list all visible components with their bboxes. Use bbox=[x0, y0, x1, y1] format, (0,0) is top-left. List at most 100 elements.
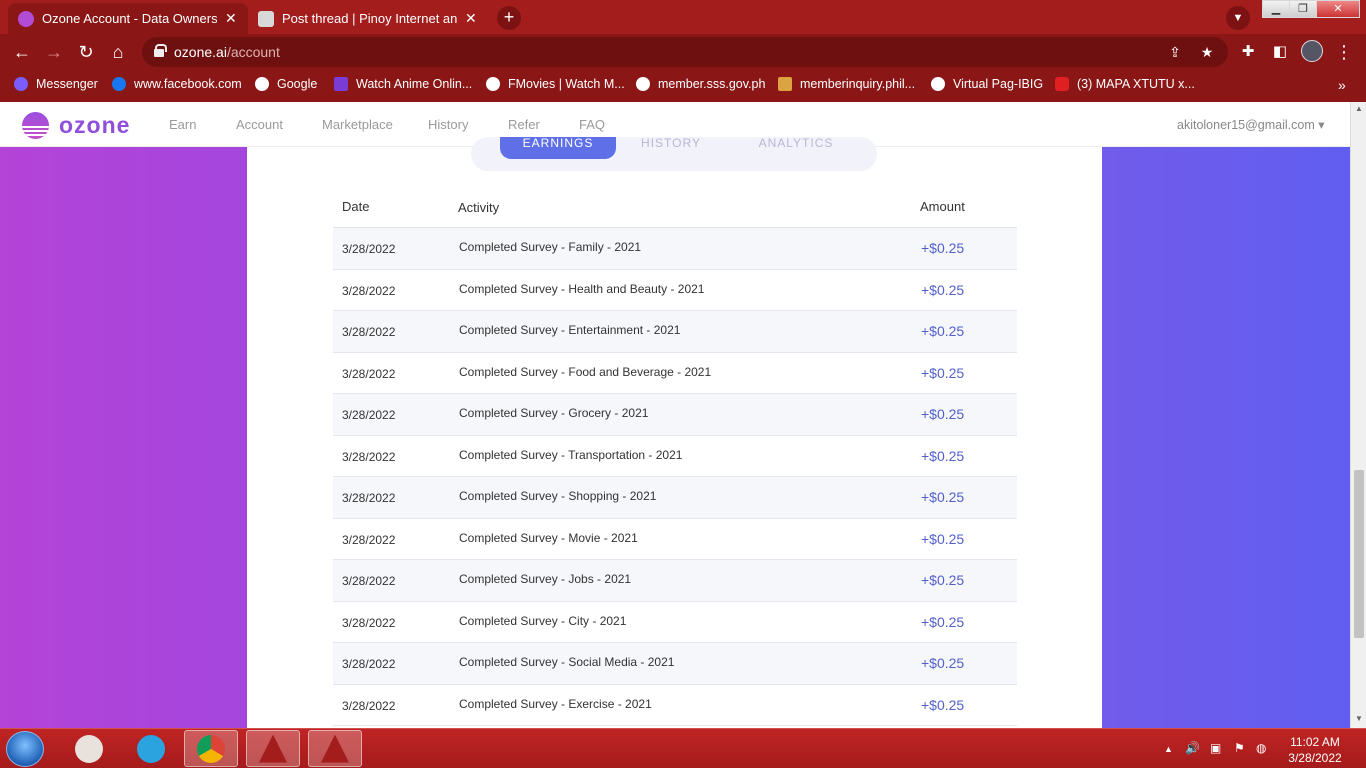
profile-avatar[interactable] bbox=[1300, 40, 1324, 64]
close-tab-icon[interactable]: ✕ bbox=[465, 10, 477, 27]
cell-amount: +$0.25 bbox=[921, 696, 965, 713]
scroll-up-icon[interactable]: ▲ bbox=[1355, 104, 1363, 113]
tab-search-button[interactable]: ▼ bbox=[1226, 6, 1250, 30]
restore-button[interactable]: ❐ bbox=[1289, 0, 1317, 18]
scroll-down-icon[interactable]: ▼ bbox=[1355, 714, 1363, 723]
taskbar-app-1[interactable] bbox=[246, 730, 300, 767]
browser-tab-pinoy[interactable]: Post thread | Pinoy Internet and T ✕ bbox=[248, 3, 488, 34]
cell-amount: +$0.25 bbox=[921, 240, 965, 256]
account-card: EARNINGS HISTORY ANALYTICS Date Activity… bbox=[247, 137, 1102, 728]
cell-date: 3/28/2022 bbox=[342, 574, 396, 588]
cell-date: 3/28/2022 bbox=[342, 532, 396, 547]
clock-time: 11:02 AM bbox=[1290, 735, 1340, 749]
windows-taskbar: ▲ 🔊 ▣ ⚑ ◍ 11:02 AM 3/28/2022 bbox=[0, 728, 1366, 768]
tab-earnings[interactable]: EARNINGS bbox=[500, 137, 616, 159]
browser-tab-ozone[interactable]: Ozone Account - Data Ownership ✕ bbox=[8, 3, 248, 34]
network-icon[interactable]: ▣ bbox=[1210, 741, 1221, 755]
lock-icon[interactable] bbox=[154, 44, 167, 57]
ozone-logo-icon bbox=[22, 112, 49, 139]
web-page: ozone Earn Account Marketplace History R… bbox=[0, 102, 1366, 728]
side-panel-icon[interactable]: ◧ bbox=[1268, 40, 1292, 64]
address-bar[interactable]: ozone.ai/account ⇪ ★ bbox=[142, 37, 1228, 67]
action-center-flag-icon[interactable]: ⚑ bbox=[1234, 741, 1245, 755]
chrome-icon bbox=[197, 734, 225, 763]
home-button[interactable]: ⌂ bbox=[106, 40, 130, 64]
table-row: 3/28/2022 Completed Survey - Entertainmen… bbox=[333, 311, 1017, 353]
telegram-icon bbox=[137, 734, 165, 763]
bookmark-messenger[interactable]: Messenger bbox=[14, 77, 98, 91]
tab-history[interactable]: HISTORY bbox=[626, 137, 716, 159]
start-button[interactable] bbox=[6, 731, 44, 767]
scrollbar-thumb[interactable] bbox=[1354, 470, 1364, 638]
table-row: 3/28/2022 Completed Survey - Movie - 2021… bbox=[333, 519, 1017, 560]
snipping-tool-icon bbox=[75, 734, 103, 763]
taskbar-app-chrome[interactable] bbox=[184, 730, 238, 767]
app-triangle-icon bbox=[321, 734, 349, 763]
show-hidden-icons-icon[interactable]: ▲ bbox=[1164, 744, 1173, 754]
url-text[interactable]: ozone.ai/account bbox=[174, 44, 280, 60]
nav-marketplace[interactable]: Marketplace bbox=[322, 117, 393, 132]
reload-button[interactable]: ↻ bbox=[74, 40, 98, 64]
close-tab-icon[interactable]: ✕ bbox=[225, 10, 237, 27]
new-tab-button[interactable]: + bbox=[497, 6, 521, 30]
youtube-icon bbox=[1055, 77, 1069, 91]
bookmarks-overflow-icon[interactable]: » bbox=[1338, 77, 1346, 93]
cell-date: 3/28/2022 bbox=[342, 698, 396, 713]
bookmark-fmovies[interactable]: FMovies | Watch M... bbox=[486, 77, 625, 91]
bookmark-philhealth[interactable]: memberinquiry.phil... bbox=[778, 77, 915, 91]
minimize-button[interactable]: ▁ bbox=[1262, 0, 1290, 18]
menu-icon[interactable]: ⋮ bbox=[1332, 40, 1356, 64]
page-scrollbar[interactable]: ▲ ▼ bbox=[1350, 102, 1366, 728]
bookmark-google[interactable]: Google bbox=[255, 77, 317, 91]
system-clock[interactable]: 11:02 AM 3/28/2022 bbox=[1280, 734, 1350, 766]
cell-amount: +$0.25 bbox=[921, 613, 965, 630]
bookmark-star-icon[interactable]: ★ bbox=[1198, 44, 1216, 62]
table-row: 3/28/2022 Completed Survey - Health and B… bbox=[333, 270, 1017, 311]
table-row: 3/28/2022 Completed Survey - City - 2021 +… bbox=[333, 602, 1017, 643]
account-menu[interactable]: akitoloner15@gmail.com ▾ bbox=[1177, 117, 1325, 132]
bookmark-pagibig[interactable]: Virtual Pag-IBIG bbox=[931, 77, 1043, 91]
cell-activity: Completed Survey - Health and Beauty - 2… bbox=[459, 281, 705, 296]
forward-button[interactable]: → bbox=[42, 40, 66, 64]
header-activity: Activity bbox=[458, 200, 500, 215]
close-window-button[interactable]: ✕ bbox=[1316, 0, 1360, 18]
taskbar-app-2[interactable] bbox=[308, 730, 362, 767]
tab-analytics[interactable]: ANALYTICS bbox=[741, 137, 851, 159]
nav-account[interactable]: Account bbox=[236, 117, 283, 132]
ozone-logo[interactable]: ozone bbox=[22, 112, 130, 139]
volume-icon[interactable]: 🔊 bbox=[1185, 741, 1200, 755]
bookmark-youtube[interactable]: (3) MAPA XTUTU x... bbox=[1055, 77, 1195, 91]
cell-amount: +$0.25 bbox=[921, 572, 965, 588]
taskbar-app-telegram[interactable] bbox=[124, 730, 178, 767]
cell-activity: Completed Survey - Exercise - 2021 bbox=[459, 696, 652, 711]
taskbar-app-scissors[interactable] bbox=[62, 730, 116, 767]
cell-activity: Completed Survey - Movie - 2021 bbox=[459, 530, 638, 545]
tab-strip: Ozone Account - Data Ownership ✕ Post th… bbox=[0, 0, 1366, 34]
table-row: 3/28/2022 Completed Survey - Shopping - 2… bbox=[333, 477, 1017, 519]
nav-earn[interactable]: Earn bbox=[169, 117, 196, 132]
cell-amount: +$0.25 bbox=[921, 447, 965, 464]
back-button[interactable]: ← bbox=[10, 40, 34, 64]
cell-date: 3/28/2022 bbox=[342, 408, 396, 422]
table-row: 3/28/2022 Completed Survey - Food and Bev… bbox=[333, 353, 1017, 394]
nav-refer[interactable]: Refer bbox=[508, 117, 540, 132]
messenger-icon bbox=[14, 77, 28, 91]
table-row: 3/28/2022 Completed Survey - Jobs - 2021 +… bbox=[333, 560, 1017, 602]
chevron-down-icon: ▾ bbox=[1318, 118, 1325, 132]
extensions-icon[interactable]: ✚ bbox=[1236, 40, 1260, 64]
earnings-table: Date Activity Amount 3/28/2022 Completed … bbox=[333, 192, 1017, 726]
share-icon[interactable]: ⇪ bbox=[1166, 44, 1184, 62]
table-row: 3/28/2022 Completed Survey - Transportati… bbox=[333, 436, 1017, 477]
cell-activity: Completed Survey - Family - 2021 bbox=[459, 240, 642, 254]
bookmark-anime[interactable]: Watch Anime Onlin... bbox=[334, 77, 472, 91]
tab-title: Post thread | Pinoy Internet and T bbox=[282, 11, 457, 26]
cell-date: 3/28/2022 bbox=[342, 325, 396, 339]
cell-date: 3/28/2022 bbox=[342, 242, 396, 256]
vpn-globe-icon[interactable]: ◍ bbox=[1256, 741, 1266, 755]
bookmark-sss[interactable]: member.sss.gov.ph bbox=[636, 77, 765, 91]
table-header: Date Activity Amount bbox=[333, 192, 1017, 228]
nav-history[interactable]: History bbox=[428, 117, 468, 132]
nav-faq[interactable]: FAQ bbox=[579, 117, 605, 132]
cell-date: 3/28/2022 bbox=[342, 491, 396, 505]
bookmark-facebook[interactable]: www.facebook.com bbox=[112, 77, 242, 91]
